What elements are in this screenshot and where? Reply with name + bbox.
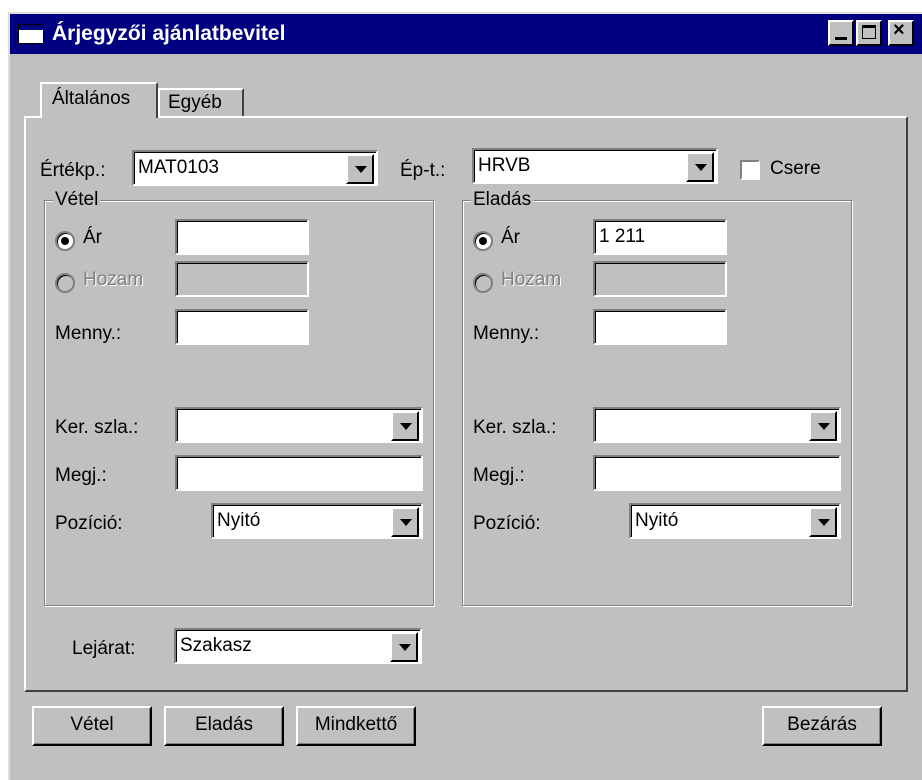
eladas-pozicio-value: Nyitó bbox=[635, 510, 679, 531]
vetel-megj-input[interactable] bbox=[175, 455, 423, 491]
vetel-hozam-input bbox=[175, 261, 309, 297]
eladas-menny-label: Menny.: bbox=[473, 323, 540, 344]
ept-select[interactable]: HRVB bbox=[472, 148, 718, 184]
ept-label: Ép-t.: bbox=[400, 160, 446, 181]
ertekp-select[interactable]: MAT0103 bbox=[132, 150, 378, 186]
eladas-kerszla-label: Ker. szla.: bbox=[473, 417, 557, 438]
lejarat-value: Szakasz bbox=[180, 635, 252, 656]
eladas-kerszla-select[interactable] bbox=[593, 407, 841, 443]
chevron-down-icon[interactable] bbox=[809, 507, 837, 537]
lejarat-label: Lejárat: bbox=[72, 638, 136, 659]
eladas-hozam-radio bbox=[473, 273, 493, 293]
vetel-kerszla-select[interactable] bbox=[175, 407, 423, 443]
eladas-ar-value: 1 211 bbox=[599, 226, 646, 247]
ertekp-value: MAT0103 bbox=[138, 157, 219, 178]
window-title: Árjegyzői ajánlatbevitel bbox=[52, 22, 286, 45]
title-bar[interactable]: Árjegyzői ajánlatbevitel × bbox=[10, 14, 922, 54]
vetel-pozicio-value: Nyitó bbox=[217, 510, 261, 531]
minimize-button[interactable] bbox=[828, 20, 854, 46]
eladas-ar-input[interactable]: 1 211 bbox=[593, 219, 727, 255]
bezaras-button[interactable]: Bezárás bbox=[762, 706, 882, 746]
eladas-pozicio-label: Pozíció: bbox=[473, 513, 541, 534]
vetel-group-title: Vétel bbox=[53, 189, 101, 211]
eladas-megj-input[interactable] bbox=[593, 455, 841, 491]
eladas-hozam-input bbox=[593, 261, 727, 297]
eladas-button[interactable]: Eladás bbox=[164, 706, 284, 746]
tab-altalanos[interactable]: Általános bbox=[40, 82, 158, 118]
chevron-down-icon[interactable] bbox=[390, 632, 418, 662]
csere-label: Csere bbox=[770, 158, 821, 179]
vetel-kerszla-label: Ker. szla.: bbox=[55, 417, 139, 438]
vetel-ar-input[interactable] bbox=[175, 219, 309, 255]
vetel-menny-label: Menny.: bbox=[55, 323, 122, 344]
eladas-menny-input[interactable] bbox=[593, 309, 727, 345]
csere-checkbox[interactable] bbox=[740, 160, 760, 180]
tab-label: Általános bbox=[52, 88, 131, 109]
vetel-megj-label: Megj.: bbox=[55, 465, 107, 486]
dialog-window: Árjegyzői ajánlatbevitel × Általános Egy… bbox=[8, 12, 922, 780]
vetel-pozicio-label: Pozíció: bbox=[55, 513, 123, 534]
window-icon bbox=[18, 24, 44, 44]
vetel-menny-input[interactable] bbox=[175, 309, 309, 345]
eladas-megj-label: Megj.: bbox=[473, 465, 525, 486]
chevron-down-icon[interactable] bbox=[686, 152, 714, 182]
tab-egyeb[interactable]: Egyéb bbox=[158, 88, 244, 118]
chevron-down-icon[interactable] bbox=[809, 411, 837, 441]
vetel-group: Vétel Ár Hozam Menny.: Ker. szla.: Megj.… bbox=[44, 189, 434, 606]
ept-value: HRVB bbox=[478, 155, 531, 176]
mindketto-button[interactable]: Mindkettő bbox=[296, 706, 416, 746]
eladas-hozam-label: Hozam bbox=[501, 269, 562, 290]
chevron-down-icon[interactable] bbox=[346, 154, 374, 184]
vetel-button[interactable]: Vétel bbox=[32, 706, 152, 746]
lejarat-select[interactable]: Szakasz bbox=[174, 628, 422, 664]
eladas-group: Eladás Ár 1 211 Hozam Menny.: Ker. szla.… bbox=[462, 189, 852, 606]
close-button[interactable]: × bbox=[888, 19, 914, 46]
chevron-down-icon[interactable] bbox=[391, 411, 419, 441]
vetel-ar-radio[interactable] bbox=[55, 231, 75, 251]
tab-panel: Értékp.: MAT0103 Ép-t.: HRVB Csere Vétel… bbox=[24, 116, 908, 692]
vetel-hozam-radio bbox=[55, 273, 75, 293]
chevron-down-icon[interactable] bbox=[391, 507, 419, 537]
close-icon: × bbox=[893, 19, 905, 41]
vetel-pozicio-select[interactable]: Nyitó bbox=[211, 503, 423, 539]
maximize-button[interactable] bbox=[856, 20, 882, 46]
eladas-pozicio-select[interactable]: Nyitó bbox=[629, 503, 841, 539]
vetel-hozam-label: Hozam bbox=[83, 269, 144, 290]
vetel-ar-label: Ár bbox=[83, 227, 102, 248]
eladas-ar-radio[interactable] bbox=[473, 231, 493, 251]
tab-label: Egyéb bbox=[168, 92, 222, 113]
eladas-ar-label: Ár bbox=[501, 227, 520, 248]
ertekp-label: Értékp.: bbox=[40, 160, 106, 181]
eladas-group-title: Eladás bbox=[471, 189, 534, 211]
